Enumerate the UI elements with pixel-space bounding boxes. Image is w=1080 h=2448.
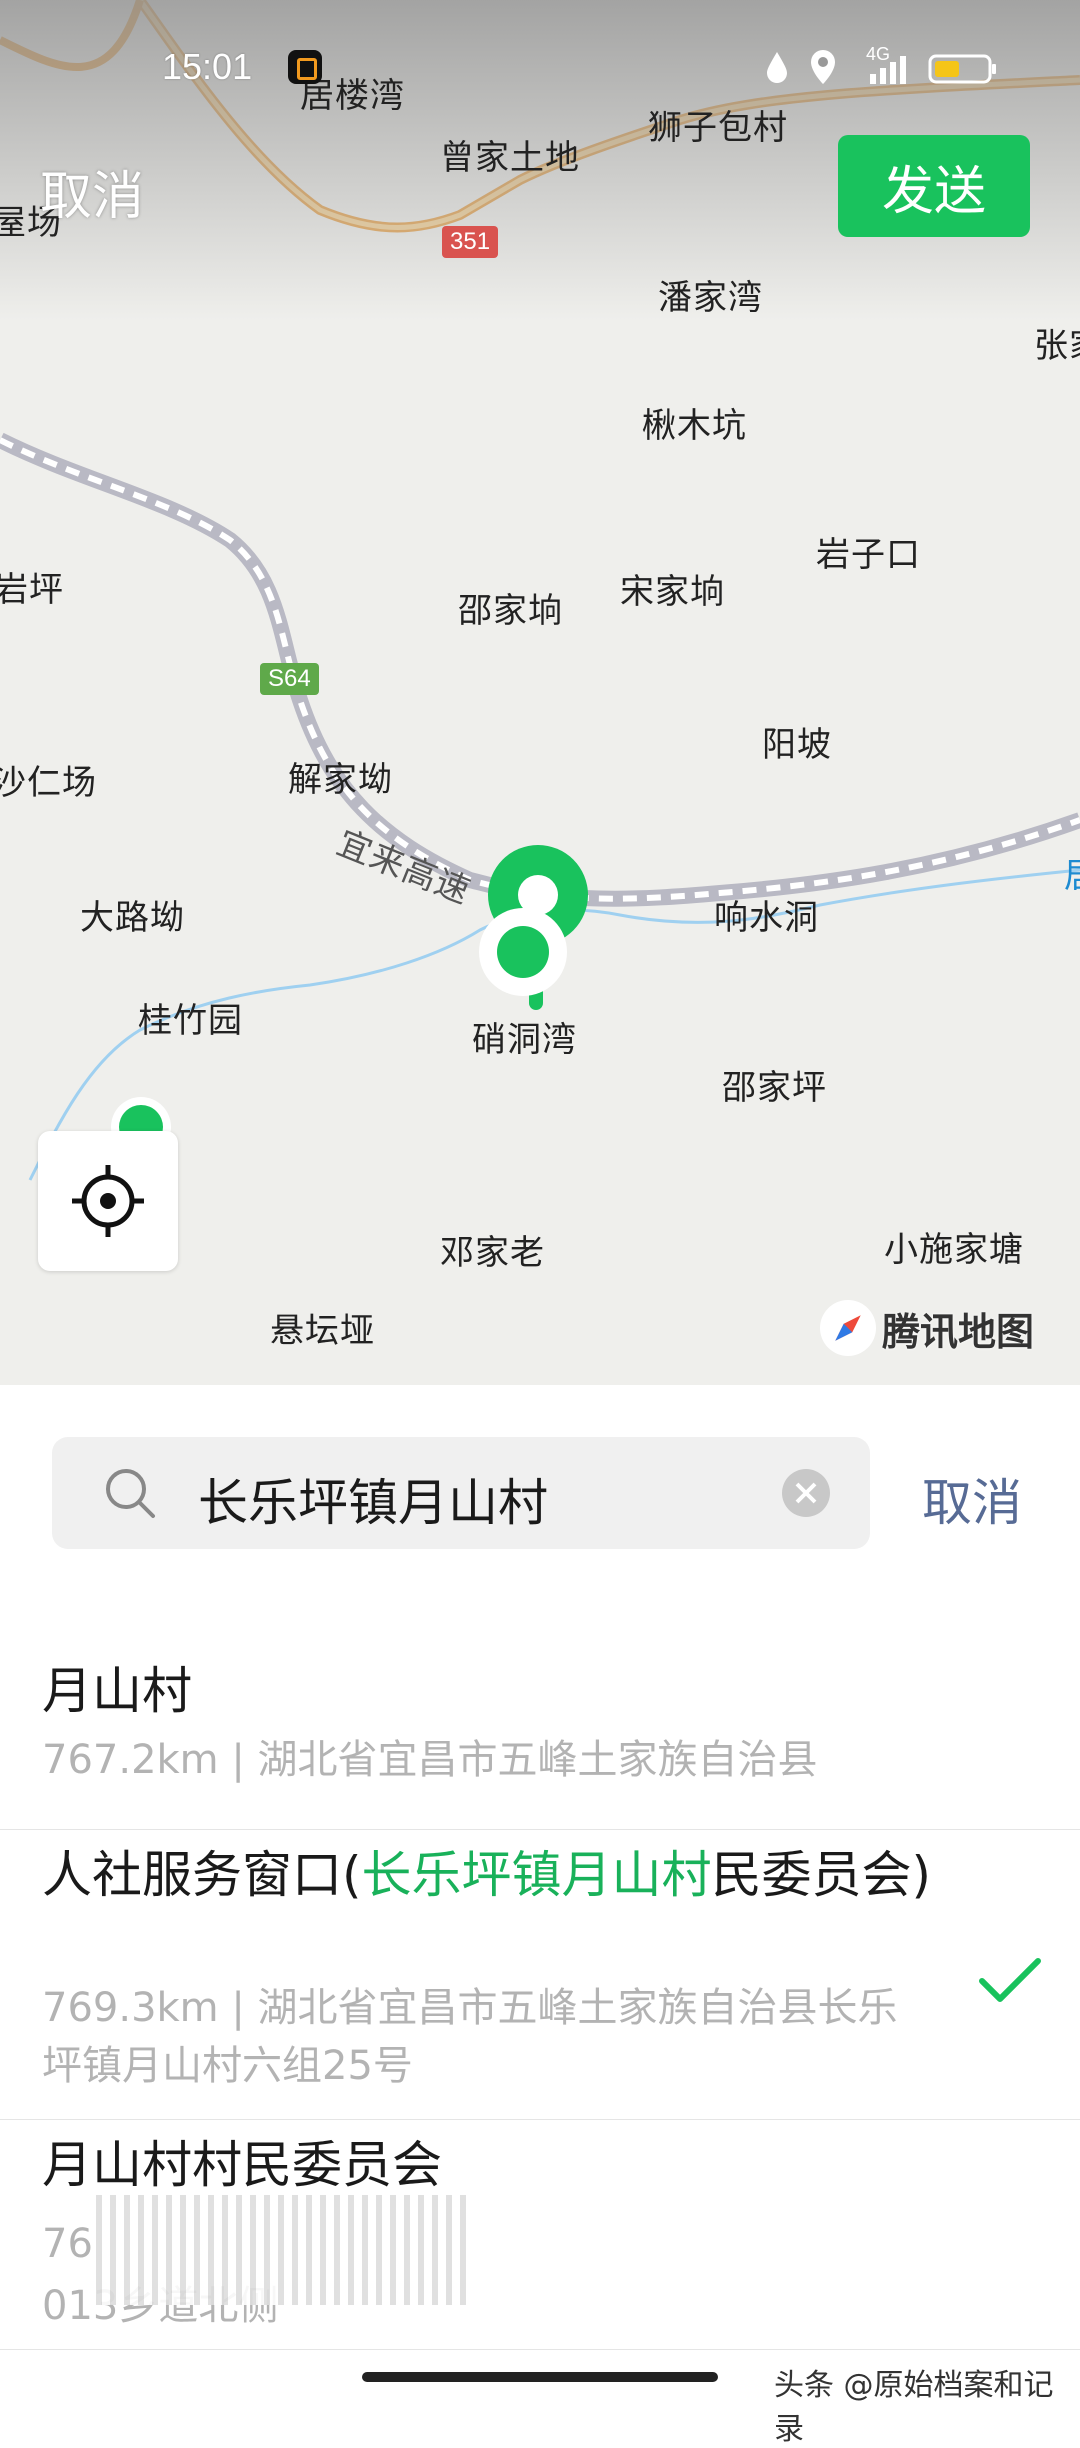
- map-place: 阳坡: [762, 725, 832, 765]
- map-place: 岩子口: [816, 535, 921, 575]
- clear-search-icon[interactable]: [780, 1467, 832, 1519]
- result-item-selected[interactable]: 人社服务窗口(长乐坪镇月山村民委员会) 769.3km | 湖北省宜昌市五峰土家…: [0, 1829, 1080, 2120]
- signal-icon: [870, 56, 906, 84]
- map-place: 邓家老: [440, 1233, 545, 1273]
- result-title-suffix: 民委员会): [711, 1846, 932, 1904]
- map-provider-label: 腾讯地图: [882, 1309, 1035, 1354]
- cancel-button[interactable]: 取消: [40, 154, 144, 229]
- result-distance: 767.2km: [42, 1737, 219, 1783]
- map-place: 大路坳: [80, 898, 185, 938]
- send-button[interactable]: 发送: [838, 135, 1030, 237]
- result-item[interactable]: 月山村 767.2km | 湖北省宜昌市五峰土家族自治县: [0, 1615, 1080, 1830]
- status-time: 15:01: [162, 46, 253, 87]
- result-title: 月山村: [42, 1662, 192, 1720]
- map-place: 潘家湾: [658, 278, 763, 318]
- search-icon: [106, 1469, 155, 1518]
- map-place: 岩坪: [0, 570, 64, 610]
- map-view[interactable]: 351 S64 宜来高速 居楼湾 曾家土地 狮子包村 屋场 潘家湾 张家 楸木坑…: [0, 0, 1080, 1385]
- redacted-region: [96, 2195, 466, 2305]
- map-place: 楸木坑: [642, 406, 747, 446]
- map-place: 邵家坪: [722, 1068, 827, 1108]
- compass-logo-icon: [820, 1300, 876, 1356]
- result-title-prefix: 人社服务窗口(: [42, 1846, 362, 1904]
- map-place: 解家坳: [288, 760, 393, 800]
- map-place: 邵家垧: [458, 591, 563, 631]
- search-query-text: 长乐坪镇月山村: [198, 1474, 548, 1532]
- home-indicator[interactable]: [362, 2372, 718, 2382]
- battery-icon: [928, 54, 996, 84]
- map-place: 狮子包村: [648, 108, 788, 148]
- result-subtitle: 767.2km | 湖北省宜昌市五峰土家族自治县: [42, 1737, 818, 1783]
- highway-s64-badge: S64: [260, 663, 319, 695]
- search-input[interactable]: 长乐坪镇月山村: [52, 1437, 870, 1549]
- map-place: 悬坛垭: [270, 1311, 375, 1351]
- crosshair-icon: [72, 1165, 144, 1237]
- result-title-highlight: 长乐坪镇月山村: [361, 1846, 712, 1904]
- map-place: 张家: [1034, 326, 1080, 366]
- tencent-map-logo: 腾讯地图: [820, 1298, 1034, 1358]
- result-subtitle: 769.3km | 湖北省宜昌市五峰土家族自治县长乐坪镇月山村六组25号: [42, 1985, 898, 2089]
- highway-351-badge: 351: [442, 226, 499, 258]
- status-bar: 15:01 4G: [0, 44, 1080, 96]
- result-distance: 769.3km: [42, 1985, 219, 2031]
- map-place: 宋家垧: [620, 572, 725, 612]
- result-distance: 76: [42, 2221, 93, 2267]
- watermark-text: 头条 @原始档案和记录: [774, 2368, 1054, 2447]
- map-place: 硝洞湾: [472, 1020, 577, 1060]
- map-place: 沙仁场: [0, 763, 97, 803]
- result-title: 月山村村民委员会: [42, 2136, 442, 2194]
- result-address: 湖北省宜昌市五峰土家族自治县: [257, 1737, 818, 1783]
- locate-me-button[interactable]: [38, 1131, 178, 1271]
- location-icon: [811, 50, 835, 84]
- map-place: 响水洞: [714, 898, 819, 938]
- result-title: 人社服务窗口(长乐坪镇月山村民委员会): [42, 1841, 942, 1909]
- map-place: 居: [1064, 848, 1080, 897]
- map-place: 曾家土地: [440, 138, 580, 178]
- selected-location-pin[interactable]: [475, 840, 595, 1015]
- map-place: 桂竹园: [138, 1001, 243, 1041]
- search-cancel-button[interactable]: 取消: [922, 1463, 1022, 1535]
- app-notification-icon: [288, 50, 322, 84]
- map-place: 小施家塘: [884, 1230, 1024, 1270]
- selected-check-icon: [979, 1958, 1041, 2002]
- water-drop-icon: [767, 52, 787, 83]
